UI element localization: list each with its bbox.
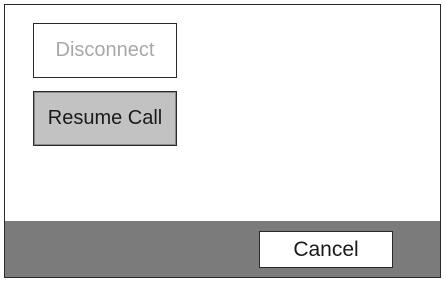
cancel-button[interactable]: Cancel	[259, 231, 393, 268]
call-dialog: Disconnect Resume Call Cancel	[4, 4, 441, 278]
disconnect-button: Disconnect	[33, 23, 177, 78]
bottom-bar: Cancel	[5, 221, 440, 277]
resume-call-button[interactable]: Resume Call	[33, 91, 177, 146]
